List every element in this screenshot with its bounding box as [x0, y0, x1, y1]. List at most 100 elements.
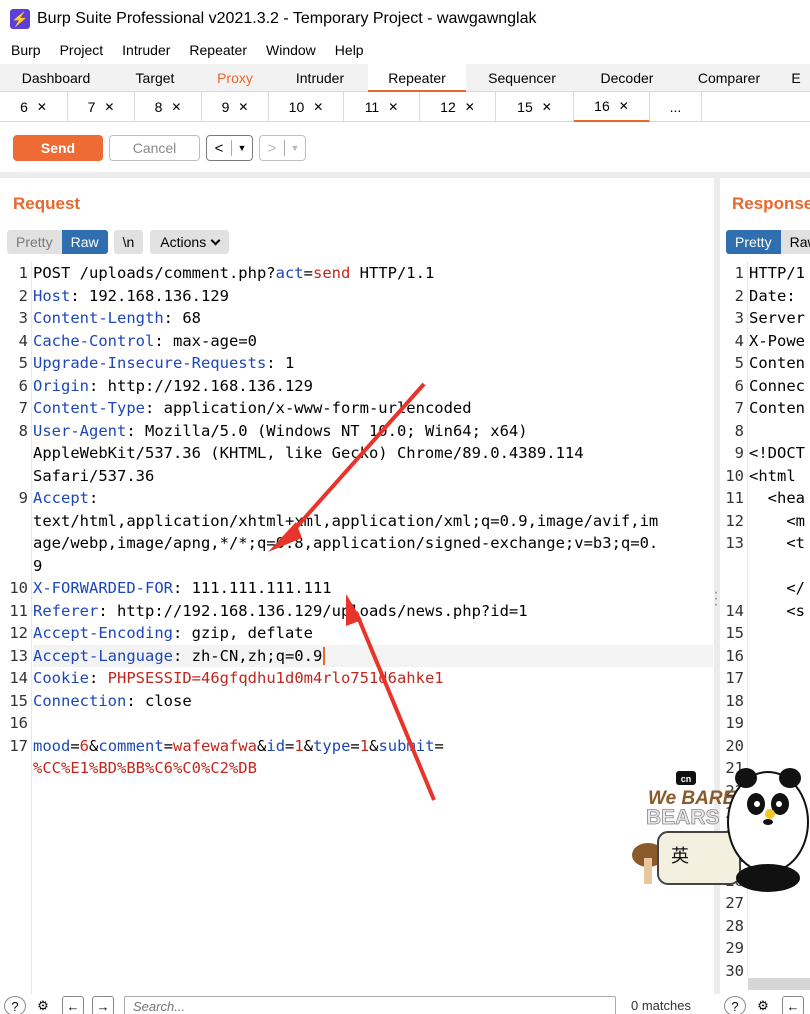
line-number: 10 — [9, 579, 28, 597]
gear-icon[interactable]: ⚙ — [32, 996, 54, 1014]
code-line: X-FORWARDED-FOR: 111.111.111.111 — [33, 579, 332, 597]
tab-intruder[interactable]: Intruder — [272, 64, 368, 92]
back-button[interactable]: < ▼ — [206, 135, 253, 161]
line-number: 3 — [18, 309, 28, 327]
forward-button[interactable]: > ▼ — [259, 135, 306, 161]
next-match-button[interactable]: → — [92, 996, 114, 1014]
tab-proxy[interactable]: Proxy — [198, 64, 272, 92]
horizontal-scrollbar[interactable] — [748, 978, 810, 990]
code-line: Date: — [749, 286, 796, 305]
code-line: Content-Length: 68 — [33, 309, 201, 327]
tab-comparer[interactable]: Comparer — [676, 64, 782, 92]
request-tab[interactable]: 10 ✕ — [269, 92, 344, 122]
close-icon[interactable]: ✕ — [465, 93, 475, 121]
chevron-down-icon — [210, 235, 221, 246]
menu-help[interactable]: Help — [335, 42, 364, 58]
request-tab[interactable]: 6 ✕ — [0, 92, 68, 122]
line-number: 21 — [725, 759, 744, 777]
previous-match-button[interactable]: ← — [62, 996, 84, 1014]
request-tab[interactable]: 7 ✕ — [68, 92, 135, 122]
more-tabs[interactable]: ... — [650, 92, 702, 122]
line-number: 17 — [9, 736, 28, 755]
tab-dashboard[interactable]: Dashboard — [0, 64, 112, 92]
burp-lightning-icon: ⚡ — [10, 9, 30, 29]
tab-extender[interactable]: E — [782, 64, 810, 92]
response-editor[interactable]: 1 HTTP/1 2 Date: 3 Server 4 X-Powe 5 Conten 6 Conne… — [720, 261, 810, 976]
gear-icon[interactable]: ⚙ — [752, 996, 774, 1014]
menu-intruder[interactable]: Intruder — [122, 42, 170, 58]
line-number: 18 — [725, 691, 744, 710]
code-line: Connection: close — [33, 691, 192, 710]
close-icon[interactable]: ✕ — [313, 93, 323, 121]
request-view-tabs: Pretty Raw \n Actions — [7, 230, 230, 254]
tab-decoder[interactable]: Decoder — [578, 64, 676, 92]
response-view-tabs: Pretty Raw — [726, 230, 810, 254]
previous-match-button[interactable]: ← — [782, 996, 804, 1014]
pretty-tab[interactable]: Pretty — [726, 230, 781, 254]
line-number: 11 — [725, 489, 744, 507]
line-number: 22 — [725, 781, 744, 800]
line-number — [4, 555, 28, 578]
close-icon[interactable]: ✕ — [104, 93, 114, 121]
request-tab[interactable]: 8 ✕ — [135, 92, 202, 122]
line-number: 6 — [18, 376, 28, 395]
raw-tab[interactable]: Raw — [780, 230, 810, 254]
request-tab[interactable]: 9 ✕ — [202, 92, 269, 122]
search-input[interactable] — [124, 996, 616, 1014]
close-icon[interactable]: ✕ — [238, 93, 248, 121]
line-number: 15 — [725, 624, 744, 642]
line-number: 6 — [734, 376, 744, 395]
menu-burp[interactable]: Burp — [11, 42, 41, 58]
menu-project[interactable]: Project — [60, 42, 104, 58]
request-tab[interactable]: 15 ✕ — [496, 92, 574, 122]
line-number: 17 — [725, 669, 744, 687]
tab-repeater[interactable]: Repeater — [368, 64, 466, 92]
request-editor[interactable]: 1 POST /uploads/comment.php?act=send HTTP… — [4, 261, 714, 994]
dropdown-arrow-icon: ▼ — [237, 143, 247, 153]
newline-toggle[interactable]: \n — [113, 230, 144, 254]
code-line: <s — [749, 601, 805, 620]
close-icon[interactable]: ✕ — [542, 93, 552, 121]
code-line: age/webp,image/apng,*/*;q=0.8,applicatio… — [33, 534, 659, 552]
close-icon[interactable]: ✕ — [388, 93, 398, 121]
match-count: 0 matches — [631, 998, 691, 1013]
line-number: 27 — [725, 894, 744, 912]
back-arrow-icon: < — [214, 139, 224, 157]
code-line: %CC%E1%BD%BB%C6%C0%C2%DB — [33, 759, 257, 777]
send-button[interactable]: Send — [13, 135, 103, 161]
line-number: 9 — [734, 444, 744, 462]
code-line: Cookie: PHPSESSID=46gfqdhu1d0m4rlo751d6a… — [33, 669, 444, 687]
raw-tab[interactable]: Raw — [61, 230, 108, 254]
code-line: <hea — [749, 489, 805, 507]
line-number: 8 — [18, 421, 28, 440]
line-number — [4, 757, 28, 780]
close-icon[interactable]: ✕ — [37, 93, 47, 121]
line-number: 24 — [725, 826, 744, 845]
code-line: User-Agent: Mozilla/5.0 (Windows NT 10.0… — [33, 421, 528, 440]
request-tab[interactable]: 12 ✕ — [420, 92, 496, 122]
help-icon[interactable]: ? — [724, 996, 746, 1014]
request-tab-active[interactable]: 16 ✕ — [574, 92, 650, 122]
line-number — [720, 577, 744, 600]
pretty-tab[interactable]: Pretty — [7, 230, 62, 254]
menu-window[interactable]: Window — [266, 42, 316, 58]
code-line: Upgrade-Insecure-Requests: 1 — [33, 354, 295, 372]
tab-sequencer[interactable]: Sequencer — [466, 64, 578, 92]
code-line: Cache-Control: max-age=0 — [33, 331, 257, 350]
help-icon[interactable]: ? — [4, 996, 26, 1014]
code-line: Accept-Encoding: gzip, deflate — [33, 624, 313, 642]
text-cursor — [323, 647, 326, 665]
request-tab[interactable]: 11 ✕ — [344, 92, 420, 122]
actions-menu[interactable]: Actions — [150, 230, 230, 254]
menu-repeater[interactable]: Repeater — [189, 42, 247, 58]
line-number: 7 — [734, 399, 744, 417]
cancel-button[interactable]: Cancel — [109, 135, 200, 161]
close-icon[interactable]: ✕ — [619, 92, 629, 120]
close-icon[interactable]: ✕ — [171, 93, 181, 121]
tab-target[interactable]: Target — [112, 64, 198, 92]
